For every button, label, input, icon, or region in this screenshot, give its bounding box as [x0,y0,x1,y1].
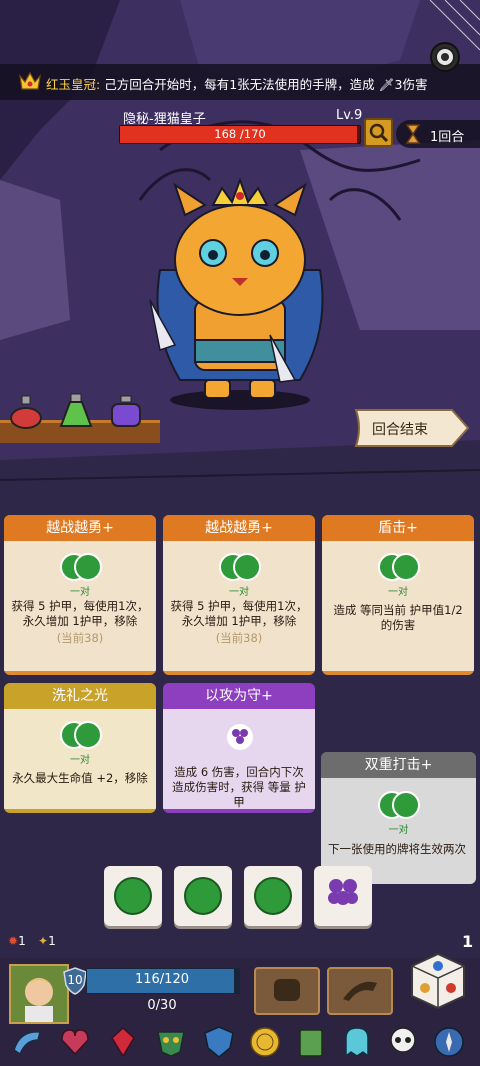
mask-icon[interactable] [154,1024,188,1060]
card-battle-courage-1[interactable]: 越战越勇+ 一对 获得 5 护甲，每使用1次，永久增加 1护甲，移除 (当前38… [4,515,156,675]
player-portrait[interactable] [9,964,69,1024]
enemy-hp-text: 168 /170 [214,127,266,141]
reroll-die-button[interactable] [408,950,468,1012]
card-description: 获得 5 护甲，每使用1次，永久增加 1护甲，移除 [11,599,149,628]
turn-label: 1回合 [430,130,465,145]
burn-icon: ✹ [8,934,19,948]
die-grape[interactable] [314,866,372,926]
grape-icon [328,879,358,905]
skill-slot-horn[interactable] [327,967,393,1015]
horn-icon [343,981,377,1001]
heart-relic-icon[interactable] [58,1024,92,1060]
hero-portrait-icon [11,966,67,1022]
card-shield-bash[interactable]: 盾击+ 一对 造成 等同当前 护甲值1/2的伤害 [322,515,474,675]
card-title: 越战越勇+ [163,515,315,541]
buff-icon: ✦ [38,934,49,948]
relic-description: 红玉皇冠: 己方回合开始时，每有1张无法使用的手牌，造成 🗡3伤害 [46,74,427,93]
card-note: (当前38) [215,631,263,645]
relic-effect: 己方回合开始时，每有1张无法使用的手牌，造成 [104,77,375,92]
compass-icon[interactable] [432,1024,466,1060]
card-baptism-light[interactable]: 洗礼之光 一对 永久最大生命值 +2，移除 [4,683,156,813]
melon-icon [114,877,152,915]
card-description: 永久最大生命值 +2，移除 [12,771,148,785]
buff-count: 1 [48,934,56,948]
settings-gear-icon[interactable] [428,40,462,74]
deck-count: 1 [462,932,474,951]
die-melon[interactable] [104,866,162,926]
burn-status[interactable]: ✹1 [8,934,26,948]
card-title: 双重打击+ [321,752,476,778]
card-note: (当前38) [56,631,104,645]
fist-icon [274,979,300,1001]
red-potion-icon[interactable] [8,394,44,430]
melon-pair-icon [60,721,102,749]
player-energy-text: 0/30 [147,998,177,1013]
enemy-info-button[interactable] [364,118,393,147]
ghost-icon[interactable] [340,1024,374,1060]
card-title: 盾击+ [322,515,474,541]
card-requirement: 一对 [388,587,408,598]
card-title: 洗礼之光 [4,683,156,709]
player-hp-text: 116/120 [134,972,189,987]
card-title: 以攻为守+ [163,683,315,709]
melon-icon [254,877,292,915]
melon-pair-icon [219,553,261,581]
card-description: 下一张使用的牌将生效两次 [328,842,466,856]
die-melon[interactable] [244,866,302,926]
melon-pair-icon [378,791,420,819]
ruby-crown-icon [19,71,41,90]
green-potion-icon[interactable] [58,392,94,430]
card-requirement: 一对 [70,755,90,766]
burn-count: 1 [18,934,26,948]
sword-icon: 🗡 [378,77,395,92]
melon-pair-icon [378,553,420,581]
relic-name: 红玉皇冠: [46,77,101,92]
card-description: 造成 6 伤害，回合内下次造成伤害时，获得 等量 护甲 [172,765,306,809]
purple-potion-icon[interactable] [108,394,144,430]
card-description: 获得 5 护甲，每使用1次，永久增加 1护甲，移除 [170,599,308,628]
card-requirement: 一对 [388,825,409,836]
skill-slot-fist[interactable] [254,967,320,1015]
spellbook-icon[interactable] [294,1024,328,1060]
shield-emblem-icon[interactable] [202,1024,236,1060]
horn-icon[interactable] [10,1024,44,1060]
grape-icon [227,724,253,750]
magnifier-icon [369,123,389,143]
card-requirement: 一对 [229,587,249,598]
card-offense-defense[interactable]: 以攻为守+ 造成 6 伤害，回合内下次造成伤害时，获得 等量 护甲 [163,683,315,813]
card-double-strike[interactable]: 双重打击+ 一对 下一张使用的牌将生效两次 [321,752,476,884]
card-battle-courage-2[interactable]: 越战越勇+ 一对 获得 5 护甲，每使用1次，永久增加 1护甲，移除 (当前38… [163,515,315,675]
melon-icon [184,877,222,915]
gold-coin-icon[interactable] [248,1024,282,1060]
enemy-hp-bar: 168 /170 [119,125,361,144]
melon-pair-icon [60,553,102,581]
enemy-level: Lv.9 [336,108,363,123]
hourglass-icon [405,124,421,144]
relic-damage: 3伤害 [394,77,428,92]
ruby-icon[interactable] [106,1024,140,1060]
card-title: 越战越勇+ [4,515,156,541]
card-description: 造成 等同当前 护甲值1/2的伤害 [333,603,463,632]
card-requirement: 一对 [70,587,90,598]
buff-status[interactable]: ✦1 [38,934,56,948]
end-turn-label: 回合结束 [372,422,428,438]
skull-icon[interactable] [386,1024,420,1060]
die-melon[interactable] [174,866,232,926]
armor-value: 10 [67,973,83,987]
